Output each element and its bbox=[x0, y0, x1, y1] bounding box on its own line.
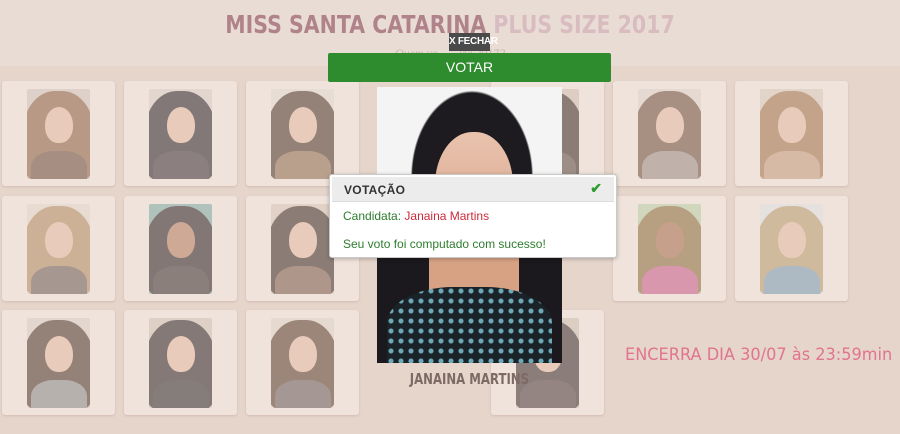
candidate-thumb[interactable] bbox=[124, 196, 237, 301]
candidate-line: Candidata: Janaina Martins bbox=[343, 209, 489, 223]
close-button[interactable]: X FECHAR bbox=[449, 33, 498, 51]
candidate-photo bbox=[638, 89, 701, 179]
candidate-photo bbox=[27, 89, 90, 179]
candidate-thumb[interactable] bbox=[246, 310, 359, 415]
vote-button[interactable]: VOTAR bbox=[328, 53, 611, 82]
candidate-photo bbox=[27, 204, 90, 294]
check-icon: ✔ bbox=[590, 180, 602, 196]
candidate-photo bbox=[149, 318, 212, 408]
candidate-photo bbox=[638, 204, 701, 294]
candidate-photo bbox=[149, 204, 212, 294]
candidate-thumb[interactable] bbox=[246, 81, 359, 186]
page-title-accent: PLUS SIZE 2017 bbox=[493, 10, 675, 39]
dialog-header: VOTAÇÃO ✔ bbox=[332, 177, 614, 202]
candidate-thumb[interactable] bbox=[124, 310, 237, 415]
success-message: Seu voto foi computado com sucesso! bbox=[343, 237, 546, 251]
candidate-thumb[interactable] bbox=[2, 196, 115, 301]
dialog-title: VOTAÇÃO bbox=[344, 183, 406, 197]
voting-deadline: ENCERRA DIA 30/07 às 23:59min bbox=[625, 345, 893, 365]
candidate-thumb[interactable] bbox=[2, 310, 115, 415]
candidate-label: Candidata: bbox=[343, 209, 402, 223]
page-title-main: MISS SANTA CATARINA bbox=[225, 10, 487, 39]
candidate-thumb[interactable] bbox=[735, 81, 848, 186]
candidate-photo bbox=[760, 89, 823, 179]
candidate-photo bbox=[27, 318, 90, 408]
candidate-thumb[interactable] bbox=[2, 81, 115, 186]
candidate-name: Janaina Martins bbox=[404, 209, 490, 223]
candidate-thumb[interactable] bbox=[613, 196, 726, 301]
candidate-photo bbox=[760, 204, 823, 294]
vote-confirmation-dialog: VOTAÇÃO ✔ Candidata: Janaina Martins Seu… bbox=[329, 174, 617, 258]
candidate-photo bbox=[271, 204, 334, 294]
candidate-thumb[interactable] bbox=[124, 81, 237, 186]
candidate-name-caption: JANAINA MARTINS bbox=[409, 370, 530, 388]
candidate-thumb[interactable] bbox=[613, 81, 726, 186]
candidate-photo bbox=[271, 318, 334, 408]
candidate-photo bbox=[271, 89, 334, 179]
candidate-photo bbox=[149, 89, 212, 179]
candidate-thumb[interactable] bbox=[735, 196, 848, 301]
